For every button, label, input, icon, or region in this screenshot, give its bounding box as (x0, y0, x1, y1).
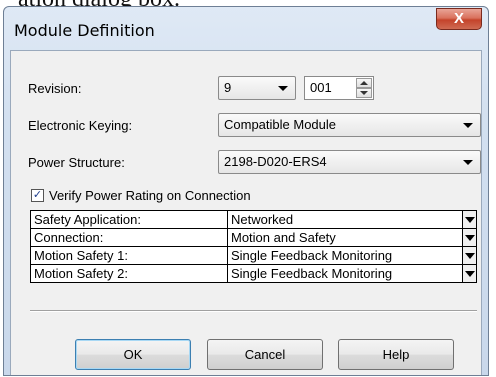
dialog-body: Revision: 9 001 Electronic Keying: Compa… (10, 50, 482, 375)
revision-minor-spinner[interactable]: 001 (304, 76, 374, 100)
close-icon: X (453, 10, 464, 27)
property-dropdown-button[interactable] (462, 264, 477, 283)
close-button[interactable]: X (436, 8, 482, 30)
help-button[interactable]: Help (338, 339, 454, 370)
chevron-down-icon (465, 253, 475, 259)
property-row[interactable]: Safety Application: Networked (30, 210, 477, 229)
spin-up-button[interactable] (356, 78, 372, 88)
checkmark-icon: ✓ (32, 189, 43, 201)
electronic-keying-value: Compatible Module (224, 117, 337, 132)
property-name: Motion Safety 1: (30, 246, 228, 265)
property-value[interactable]: Networked (227, 210, 463, 229)
chevron-down-icon (465, 235, 475, 241)
property-value[interactable]: Motion and Safety (227, 228, 463, 247)
revision-minor-value: 001 (310, 80, 332, 95)
dialog-title: Module Definition (14, 21, 155, 40)
spinner-buttons (356, 78, 372, 98)
chevron-down-icon (463, 123, 473, 128)
verify-power-label[interactable]: Verify Power Rating on Connection (49, 188, 251, 203)
property-row[interactable]: Motion Safety 1: Single Feedback Monitori… (30, 246, 477, 265)
property-name: Safety Application: (30, 210, 228, 229)
cancel-button[interactable]: Cancel (207, 339, 323, 370)
module-definition-dialog: Module Definition X Revision: 9 001 Elec… (3, 6, 489, 376)
property-row[interactable]: Connection: Motion and Safety (30, 228, 477, 247)
spin-up-icon (360, 81, 368, 85)
property-value[interactable]: Single Feedback Monitoring (227, 246, 463, 265)
revision-major-value: 9 (224, 80, 232, 95)
chevron-down-icon (465, 217, 475, 223)
electronic-keying-combo[interactable]: Compatible Module (218, 113, 481, 137)
property-grid: Safety Application: Networked Connection: M… (30, 210, 477, 283)
title-bar[interactable]: Module Definition X (4, 7, 488, 53)
chevron-down-icon (278, 86, 288, 91)
chevron-down-icon (463, 160, 473, 165)
power-structure-combo[interactable]: 2198-D020-ERS4 (218, 150, 481, 174)
verify-power-checkbox[interactable]: ✓ (31, 189, 44, 202)
divider (30, 310, 477, 312)
revision-label: Revision: (28, 81, 82, 96)
property-dropdown-button[interactable] (462, 246, 477, 265)
chevron-down-icon (465, 271, 475, 277)
spin-down-icon (360, 91, 368, 95)
property-dropdown-button[interactable] (462, 228, 477, 247)
spin-down-button[interactable] (356, 88, 372, 98)
power-structure-label: Power Structure: (28, 155, 125, 170)
property-name: Motion Safety 2: (30, 264, 228, 283)
property-dropdown-button[interactable] (462, 210, 477, 229)
property-value[interactable]: Single Feedback Monitoring (227, 264, 463, 283)
revision-major-combo[interactable]: 9 (218, 76, 296, 100)
property-name: Connection: (30, 228, 228, 247)
property-row[interactable]: Motion Safety 2: Single Feedback Monitori… (30, 264, 477, 283)
power-structure-value: 2198-D020-ERS4 (224, 154, 327, 169)
electronic-keying-label: Electronic Keying: (28, 118, 133, 133)
ok-button[interactable]: OK (75, 339, 191, 370)
